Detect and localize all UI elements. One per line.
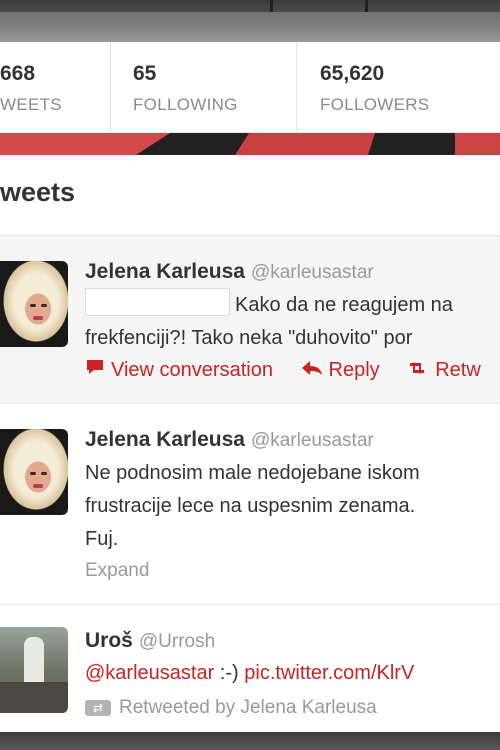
browser-tab-strip: [0, 0, 500, 12]
banner-shape: [0, 133, 170, 155]
tweet-author-name[interactable]: Uroš: [85, 629, 133, 652]
tweet-text-line: Ne podnosim male nedojebane iskom: [85, 462, 420, 484]
reply-button[interactable]: Reply: [301, 359, 380, 382]
stat-followers[interactable]: 65,620 FOLLOWERS: [297, 42, 500, 132]
avatar-eye: [30, 472, 36, 475]
tab-separator: [270, 0, 273, 12]
avatar-eye: [30, 304, 36, 307]
avatar[interactable]: [0, 261, 68, 347]
tweet-item[interactable]: Uroš @Urrosh @karleusastar :-) pic.twitte…: [0, 604, 500, 732]
avatar-figure: [24, 637, 44, 687]
stat-following-label: FOLLOWING: [133, 95, 238, 114]
stat-followers-number: 65,620: [320, 62, 385, 85]
banner-shape: [455, 133, 500, 155]
tweet-text-line: Fuj.: [85, 528, 119, 550]
stat-tweets-number: 668: [0, 62, 36, 85]
tweet-author-name[interactable]: Jelena Karleusa: [85, 428, 245, 451]
pic-link[interactable]: pic.twitter.com/KlrV: [244, 662, 414, 684]
tweet-text-line: Kako da ne reagujem na: [235, 294, 453, 316]
retweet-icon: ⇄: [85, 700, 111, 716]
tweet-author[interactable]: Uroš @Urrosh: [85, 629, 215, 653]
view-conversation-button[interactable]: View conversation: [85, 358, 273, 382]
avatar-ground: [0, 682, 68, 713]
reply-arrow-icon: [301, 359, 323, 382]
mention-link[interactable]: @karleusastar: [85, 662, 214, 684]
tweet-text-line: frustracije lece na uspesnim zenama.: [85, 495, 416, 517]
retweeted-by: ⇄ Retweeted by Jelena Karleusa: [85, 697, 377, 719]
tweet-text-line: frekfenciji?! Tako neka "duhovito" por: [85, 327, 413, 349]
taskbar-strip: [0, 732, 500, 750]
tweet-author[interactable]: Jelena Karleusa @karleusastar: [85, 428, 374, 452]
banner-shape: [235, 133, 375, 155]
tweet-text-line: :-): [214, 662, 245, 684]
expand-link[interactable]: Expand: [85, 560, 149, 582]
reply-label: Reply: [328, 359, 380, 381]
stat-tweets[interactable]: 668 WEETS: [0, 42, 110, 132]
tweet-item[interactable]: Jelena Karleusa @karleusastar Kako da ne …: [0, 235, 500, 404]
profile-stats: 668 WEETS 65 FOLLOWING 65,620 FOLLOWERS: [0, 42, 500, 133]
browser-top-band: [0, 0, 500, 42]
stat-tweets-label: WEETS: [0, 95, 62, 114]
tweet-author-handle[interactable]: @karleusastar: [251, 430, 374, 451]
tweet-author-handle[interactable]: @Urrosh: [139, 631, 215, 652]
tweet-text: Ne podnosim male nedojebane iskom frustr…: [85, 457, 420, 556]
tweet-author[interactable]: Jelena Karleusa @karleusastar: [85, 260, 374, 284]
profile-banner-strip: [0, 133, 500, 155]
tab-separator: [365, 0, 368, 12]
stat-following[interactable]: 65 FOLLOWING: [111, 42, 296, 132]
stat-following-number: 65: [133, 62, 157, 85]
tweet-text: Kako da ne reagujem na frekfenciji?! Tak…: [85, 288, 453, 355]
stat-followers-label: FOLLOWERS: [320, 95, 430, 114]
tweet-item[interactable]: Jelena Karleusa @karleusastar Ne podnosim…: [0, 403, 500, 605]
profile-panel: 668 WEETS 65 FOLLOWING 65,620 FOLLOWERS …: [0, 42, 500, 732]
retweet-label: Retw: [435, 359, 481, 381]
avatar-lips: [33, 484, 43, 488]
tweet-actions: View conversation Reply Retw: [85, 358, 481, 382]
avatar-eye: [41, 472, 47, 475]
avatar[interactable]: [0, 429, 68, 515]
retweet-icon: [405, 359, 429, 382]
retweeted-by-label: Retweeted by Jelena Karleusa: [119, 697, 377, 718]
tweet-author-handle[interactable]: @karleusastar: [251, 262, 374, 283]
tweet-author-name[interactable]: Jelena Karleusa: [85, 260, 245, 283]
view-conversation-label: View conversation: [111, 359, 273, 381]
speech-bubble-icon: [85, 358, 105, 382]
avatar-lips: [33, 316, 43, 320]
avatar-eye: [41, 304, 47, 307]
tweet-text: @karleusastar :-) pic.twitter.com/KlrV: [85, 657, 414, 690]
section-title: weets: [0, 177, 76, 207]
redacted-block: [85, 288, 230, 316]
avatar[interactable]: [0, 627, 68, 713]
retweet-button[interactable]: Retw: [405, 359, 481, 382]
